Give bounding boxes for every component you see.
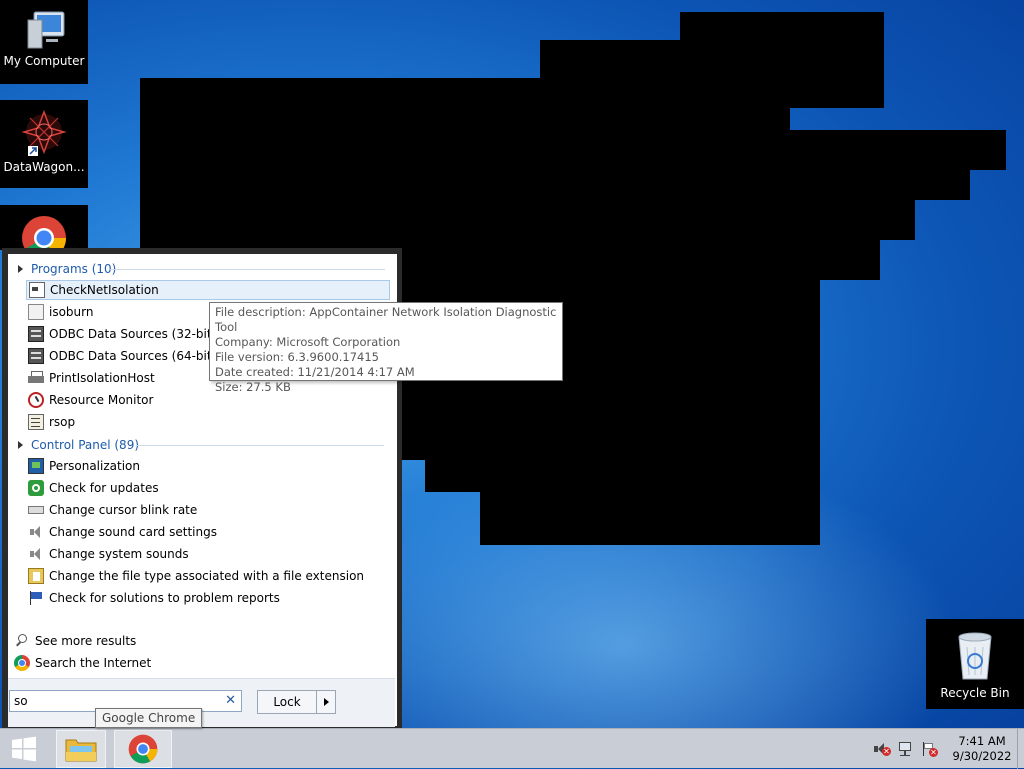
- redacted-region: [425, 460, 820, 492]
- tooltip-version: File version: 6.3.9600.17415: [215, 350, 379, 364]
- search-icon: [14, 633, 30, 649]
- cp-item-cursor-blink[interactable]: Change cursor blink rate: [26, 500, 390, 520]
- clock[interactable]: 7:41 AM 9/30/2022: [947, 734, 1017, 764]
- odbc-icon: [28, 348, 44, 364]
- app-blank-icon: [28, 304, 44, 320]
- resource-monitor-icon: [28, 392, 44, 408]
- control-panel-group-header[interactable]: Control Panel (89): [18, 437, 388, 453]
- desktop-icon-datawagon[interactable]: DataWagon...: [0, 100, 88, 188]
- lock-options-arrow-icon[interactable]: [317, 698, 335, 706]
- redacted-region: [480, 492, 820, 545]
- redacted-region: [400, 170, 970, 200]
- default-programs-icon: [28, 568, 44, 584]
- cp-item-personalization[interactable]: Personalization: [26, 456, 390, 476]
- redacted-region: [400, 240, 880, 280]
- taskbar-file-explorer[interactable]: [56, 730, 106, 768]
- start-button[interactable]: [0, 730, 48, 768]
- network-icon[interactable]: [897, 741, 915, 757]
- desktop-icon-my-computer[interactable]: My Computer: [0, 0, 88, 84]
- recycle-bin-icon: [958, 632, 992, 680]
- desktop-icon-chrome[interactable]: [0, 205, 88, 260]
- recycle-bin-label: Recycle Bin: [940, 686, 1010, 700]
- desktop-icon-label: My Computer: [3, 54, 85, 68]
- redacted-region: [400, 200, 915, 240]
- speaker-icon: [28, 546, 44, 562]
- clock-time: 7:41 AM: [958, 734, 1006, 748]
- windows-logo-icon: [12, 736, 36, 762]
- tooltip-company: Company: Microsoft Corporation: [215, 335, 401, 349]
- volume-muted-icon[interactable]: ✕: [873, 741, 891, 757]
- desktop-icon-recycle-bin[interactable]: Recycle Bin: [926, 619, 1024, 709]
- file-explorer-icon: [65, 739, 97, 762]
- tooltip-description: File description: AppContainer Network I…: [215, 305, 557, 334]
- chrome-taskbar-tooltip: Google Chrome: [95, 708, 203, 728]
- odbc-icon: [28, 326, 44, 342]
- keyboard-icon: [28, 502, 44, 518]
- tooltip-size: Size: 27.5 KB: [215, 380, 291, 394]
- expand-arrow-icon: [18, 265, 23, 273]
- desktop-icon-label: DataWagon...: [3, 160, 85, 174]
- expand-arrow-icon: [18, 441, 23, 449]
- search-internet-link[interactable]: Search the Internet: [14, 654, 151, 672]
- taskbar-chrome[interactable]: [114, 730, 172, 768]
- system-tray: ✕ ✕ 7:41 AM 9/30/2022: [873, 729, 1024, 769]
- taskbar: ✕ ✕ 7:41 AM 9/30/2022: [0, 728, 1024, 769]
- chrome-icon: [128, 734, 158, 764]
- clear-search-icon[interactable]: ✕: [225, 693, 236, 708]
- action-center-flag-icon: [28, 590, 44, 606]
- program-item-rsop[interactable]: rsop: [26, 412, 390, 432]
- show-desktop-button[interactable]: [1017, 729, 1024, 769]
- lock-button[interactable]: Lock: [257, 690, 336, 714]
- redacted-region: [400, 130, 1006, 170]
- cp-item-problem-reports[interactable]: Check for solutions to problem reports: [26, 588, 390, 608]
- cp-item-sound-card[interactable]: Change sound card settings: [26, 522, 390, 542]
- program-details-tooltip: File description: AppContainer Network I…: [209, 302, 563, 394]
- programs-group-header[interactable]: Programs (10): [18, 261, 388, 277]
- rsop-icon: [28, 414, 44, 430]
- chrome-icon: [14, 655, 30, 671]
- see-more-results-link[interactable]: See more results: [14, 632, 136, 650]
- action-center-flag-icon[interactable]: ✕: [921, 741, 939, 757]
- computer-icon: [27, 11, 65, 49]
- cp-item-system-sounds[interactable]: Change system sounds: [26, 544, 390, 564]
- printer-icon: [28, 370, 44, 386]
- clock-date: 9/30/2022: [952, 749, 1012, 763]
- cp-item-file-type-association[interactable]: Change the file type associated with a f…: [26, 566, 390, 586]
- program-item-checknetisolation[interactable]: CheckNetIsolation: [26, 280, 390, 300]
- windows-update-icon: [28, 480, 44, 496]
- tooltip-created: Date created: 11/21/2014 4:17 AM: [215, 365, 415, 379]
- speaker-icon: [28, 524, 44, 540]
- cp-item-check-updates[interactable]: Check for updates: [26, 478, 390, 498]
- app-window-icon: [29, 282, 45, 298]
- personalization-icon: [28, 458, 44, 474]
- datawagon-shortcut-icon: [21, 109, 67, 156]
